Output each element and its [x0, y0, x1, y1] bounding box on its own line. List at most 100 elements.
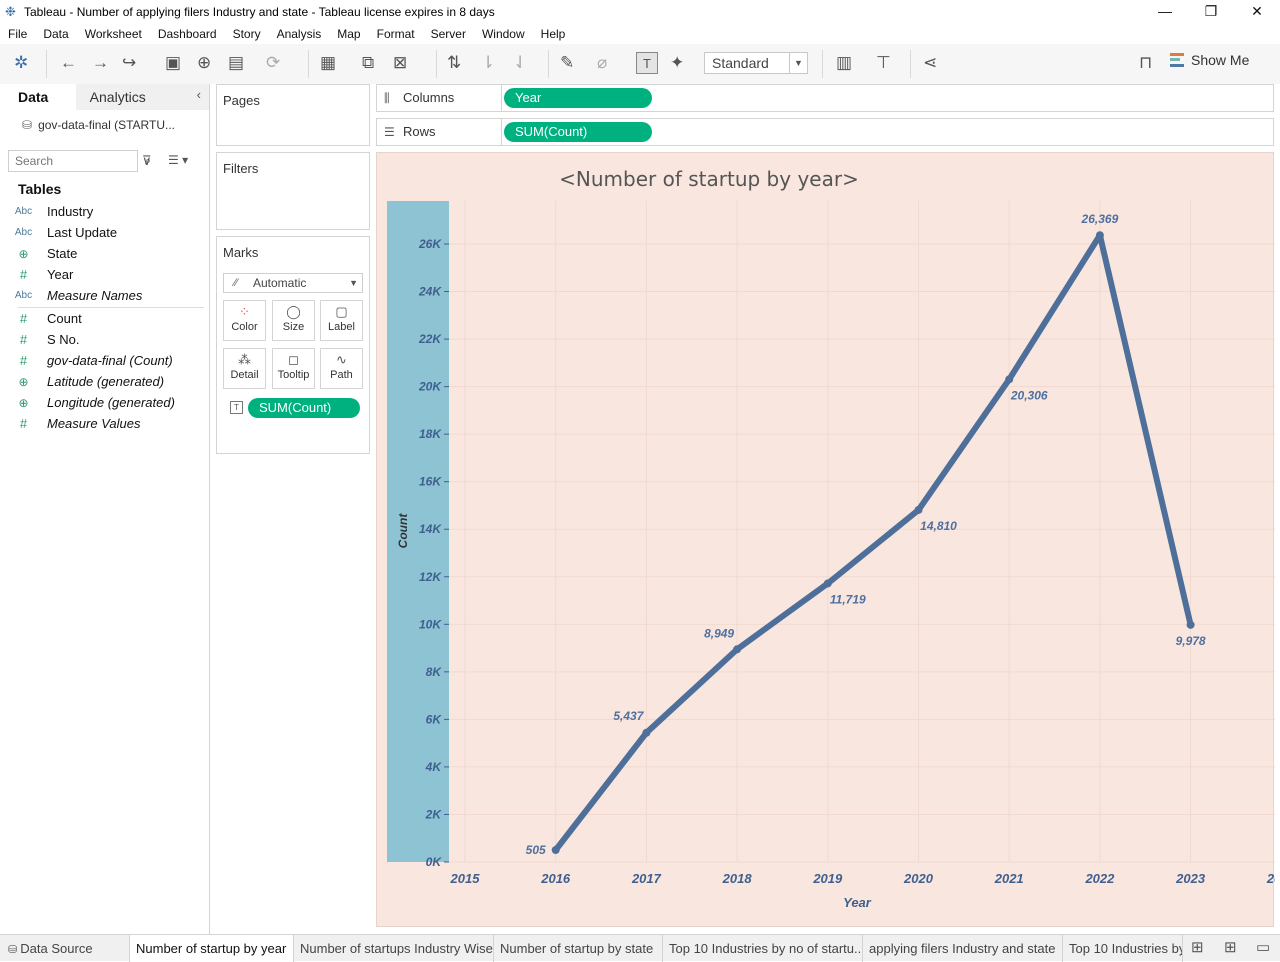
clear-sheet-icon[interactable]: ⊠: [393, 52, 407, 74]
new-dashboard-icon[interactable]: ⊞: [1224, 938, 1237, 956]
restore-button[interactable]: ❐: [1188, 0, 1234, 24]
sheet-tab-2[interactable]: Number of startups Industry Wise: [294, 935, 494, 962]
datasource-item[interactable]: ⛁ gov-data-final (STARTU...: [22, 118, 175, 132]
tab-data[interactable]: Data: [0, 84, 76, 110]
menu-dashboard[interactable]: Dashboard: [158, 27, 217, 41]
filters-card[interactable]: Filters: [216, 152, 370, 230]
view-options-icon[interactable]: ☰ ▾: [168, 153, 188, 167]
group-members-icon[interactable]: ⌀: [597, 52, 607, 74]
presentation-mode-icon[interactable]: ⊤: [876, 52, 891, 74]
show-me-button[interactable]: Show Me: [1170, 52, 1249, 68]
y-tick-label: 8K: [426, 665, 443, 679]
search-input[interactable]: [8, 150, 138, 172]
color-button[interactable]: ⁘ Color: [223, 300, 266, 341]
menu-server[interactable]: Server: [431, 27, 466, 41]
show-cards-icon[interactable]: ▥: [836, 52, 852, 74]
number-type-icon: #: [19, 311, 28, 326]
sheet-tab-1[interactable]: Number of startup by year: [130, 935, 294, 962]
mark-type-select[interactable]: ⁄⁄ Automatic ▼: [223, 273, 363, 293]
close-button[interactable]: ✕: [1234, 0, 1280, 24]
data-source-icon: ⛁: [8, 944, 21, 956]
menu-analysis[interactable]: Analysis: [277, 27, 322, 41]
sheet-tab-5[interactable]: applying filers Industry and state: [863, 935, 1063, 962]
field-industry[interactable]: Abc Industry: [0, 201, 210, 222]
minimize-button[interactable]: —: [1142, 0, 1188, 24]
field-measure-names[interactable]: Abc Measure Names: [0, 285, 210, 306]
pages-card[interactable]: Pages: [216, 84, 370, 146]
menu-format[interactable]: Format: [377, 27, 415, 41]
new-worksheet-icon[interactable]: ⊞: [1191, 938, 1204, 956]
menu-help[interactable]: Help: [541, 27, 566, 41]
field-year[interactable]: # Year: [0, 264, 210, 285]
data-point: [914, 505, 923, 514]
y-tick-label: 6K: [426, 712, 443, 726]
detail-button[interactable]: ⁂ Detail: [223, 348, 266, 389]
sheet-tab-3[interactable]: Number of startup by state: [494, 935, 663, 962]
field-s-no[interactable]: # S No.: [0, 329, 210, 350]
redo-icon[interactable]: →: [92, 52, 109, 74]
show-mark-labels-icon[interactable]: T: [636, 52, 658, 74]
menu-map[interactable]: Map: [337, 27, 360, 41]
field-last-update[interactable]: Abc Last Update: [0, 222, 210, 243]
sheet-tab-bar: ⛁ Data Source Number of startup by year …: [0, 934, 1280, 962]
field-count[interactable]: # Count: [0, 308, 210, 329]
tab-analytics[interactable]: Analytics: [75, 84, 209, 110]
fit-select[interactable]: Standard ▼: [704, 52, 808, 74]
tooltip-button[interactable]: ◻ Tooltip: [272, 348, 315, 389]
highlight-icon[interactable]: ✎: [560, 52, 574, 74]
field-longitude-generated[interactable]: ⊕ Longitude (generated): [0, 392, 210, 413]
label-sum-count-pill[interactable]: SUM(Count): [248, 398, 360, 418]
menu-story[interactable]: Story: [233, 27, 261, 41]
menu-window[interactable]: Window: [482, 27, 525, 41]
fix-axes-icon[interactable]: ✦: [670, 52, 684, 74]
undo-icon[interactable]: ←: [60, 52, 77, 74]
new-datasource-icon[interactable]: ⊕: [197, 52, 211, 74]
chart-view[interactable]: <Number of startup by year> 0K 2K 4K 6K 8K 10K…: [376, 152, 1275, 928]
save-icon[interactable]: ▣: [165, 52, 181, 74]
collapse-pane-icon[interactable]: ‹: [197, 87, 201, 102]
field-latitude-generated[interactable]: ⊕ Latitude (generated): [0, 371, 210, 392]
new-story-icon[interactable]: ▭: [1256, 938, 1270, 956]
share-icon[interactable]: ⋖: [923, 52, 937, 74]
sort-ascending-icon[interactable]: ⇂: [481, 52, 495, 74]
tableau-home-icon[interactable]: ✲: [14, 52, 28, 74]
label-button[interactable]: ▢ Label: [320, 300, 363, 341]
sum-count-pill[interactable]: SUM(Count): [504, 122, 652, 142]
field-state[interactable]: ⊕ State: [0, 243, 210, 264]
data-label: 11,719: [830, 592, 866, 606]
size-button[interactable]: ◯ Size: [272, 300, 315, 341]
x-tick-label: 2021: [994, 871, 1024, 886]
new-worksheet-icon[interactable]: ▦: [320, 52, 336, 74]
columns-shelf[interactable]: ⫼ Columns Year: [376, 84, 1274, 112]
path-label: Path: [330, 369, 353, 381]
line-chart[interactable]: <Number of startup by year> 0K 2K 4K 6K 8K 10K…: [377, 153, 1275, 928]
sort-descending-icon[interactable]: ⇃: [513, 52, 527, 74]
data-source-tab[interactable]: ⛁ Data Source: [0, 935, 130, 962]
field-measure-values[interactable]: # Measure Values: [0, 413, 210, 434]
menu-file[interactable]: File: [8, 27, 27, 41]
field-gov-data-final-count[interactable]: # gov-data-final (Count): [0, 350, 210, 371]
menu-worksheet[interactable]: Worksheet: [85, 27, 142, 41]
pause-updates-icon[interactable]: ▤: [228, 52, 244, 74]
rows-shelf[interactable]: ☰ Rows SUM(Count): [376, 118, 1274, 146]
sheet-tab-4[interactable]: Top 10 Industries by no of startu...: [663, 935, 863, 962]
number-type-icon: #: [19, 332, 28, 347]
tooltip-icon: ◻: [288, 352, 299, 367]
path-button[interactable]: ∿ Path: [320, 348, 363, 389]
globe-icon: ⊕: [18, 395, 29, 410]
refresh-icon[interactable]: ⟳: [266, 52, 280, 74]
duplicate-sheet-icon[interactable]: ⧉: [362, 52, 374, 74]
y-tick-label: 4K: [425, 760, 443, 774]
x-tick-label: 2015: [450, 871, 481, 886]
swap-rows-columns-icon[interactable]: ⇅: [447, 52, 461, 74]
toolbar-divider: [46, 50, 47, 78]
series-line: [552, 232, 1194, 853]
year-pill[interactable]: Year: [504, 88, 652, 108]
y-tick-label: 0K: [426, 855, 443, 869]
data-point: [551, 845, 560, 854]
replay-icon[interactable]: ↪: [122, 52, 136, 74]
sheet-tab-6[interactable]: Top 10 Industries by: [1063, 935, 1183, 962]
format-painter-icon[interactable]: ⊓: [1139, 52, 1152, 74]
menu-data[interactable]: Data: [43, 27, 68, 41]
database-icon: ⛁: [22, 118, 33, 132]
